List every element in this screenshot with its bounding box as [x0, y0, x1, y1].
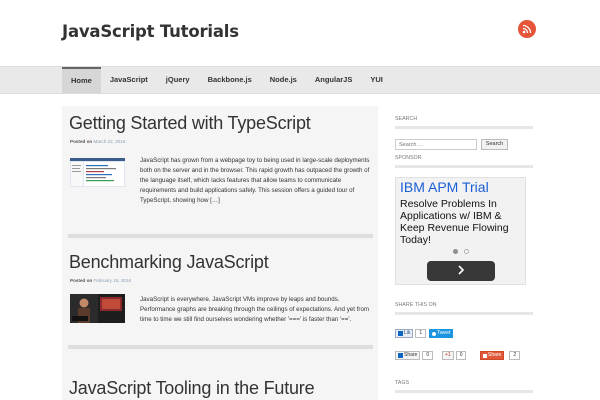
stumble-share-label: Share — [488, 352, 502, 358]
post-thumbnail[interactable] — [70, 294, 125, 323]
sponsor-ad[interactable]: IBM APM Trial Resolve Problems In Applic… — [395, 177, 526, 285]
post-article: JavaScript Tooling in the Future — [62, 378, 378, 399]
post-excerpt: JavaScript is everywhere. JavaScript VMs… — [140, 296, 370, 323]
chevron-right-icon — [457, 262, 465, 280]
widget-title-share: SHARE THIS ON — [395, 302, 437, 308]
widget-title-sponsor: SPONSOR — [395, 155, 422, 161]
post-title[interactable]: JavaScript Tooling in the Future — [69, 378, 378, 399]
rss-icon[interactable] — [518, 20, 536, 38]
linkedin-share-button[interactable]: Share 0 — [395, 351, 434, 360]
stumble-share-button[interactable]: Share 2 — [480, 351, 521, 360]
widget-divider — [395, 165, 533, 168]
site-title[interactable]: JavaScript Tutorials — [62, 22, 239, 41]
nav-item-javascript[interactable]: JavaScript — [101, 67, 157, 93]
post-meta: Posted on March 22, 2016 — [70, 139, 125, 144]
linkedin-like-count: 1 — [415, 329, 427, 338]
nav-item-angularjs[interactable]: AngularJS — [306, 67, 362, 93]
ad-headline[interactable]: IBM APM Trial — [400, 179, 489, 195]
nav-list: Home JavaScript jQuery Backbone.js Node.… — [62, 67, 392, 93]
post-title[interactable]: Getting Started with TypeScript — [69, 113, 378, 134]
widget-divider — [395, 390, 533, 393]
carousel-dot-active[interactable] — [453, 249, 458, 254]
stumble-share-count: 2 — [509, 351, 521, 360]
post-meta-prefix: Posted on — [70, 139, 93, 144]
ad-body: Resolve Problems In Applications w/ IBM … — [400, 198, 509, 246]
widget-title-search: SEARCH — [395, 116, 418, 122]
search-input[interactable] — [395, 139, 477, 150]
nav-item-jquery[interactable]: jQuery — [157, 67, 199, 93]
nav-item-backbone[interactable]: Backbone.js — [199, 67, 261, 93]
stumble-icon — [483, 353, 487, 358]
post-title[interactable]: Benchmarking JavaScript — [69, 252, 378, 273]
main-content: Getting Started with TypeScript Posted o… — [62, 106, 378, 400]
site-header: JavaScript Tutorials — [0, 0, 600, 66]
linkedin-like-button[interactable]: Lik 1 — [395, 329, 427, 338]
linkedin-icon — [398, 353, 403, 358]
post-separator — [68, 234, 373, 238]
post-thumbnail[interactable] — [70, 158, 125, 187]
widget-divider — [395, 312, 533, 315]
gplus-label: +1 — [445, 352, 451, 358]
twitter-icon — [432, 331, 436, 336]
widget-divider — [395, 126, 533, 129]
share-count: 0 — [422, 351, 434, 360]
ad-next-button[interactable] — [427, 261, 495, 281]
post-meta-prefix: Posted on — [70, 278, 93, 283]
tweet-label: Tweet — [437, 330, 451, 336]
widget-title-tags: TAGS — [395, 380, 410, 386]
search-button[interactable]: Search — [481, 139, 508, 150]
post-separator — [68, 345, 373, 349]
post-date[interactable]: March 22, 2016 — [94, 139, 126, 144]
carousel-dot[interactable] — [464, 249, 469, 254]
post-article: Benchmarking JavaScript — [62, 252, 378, 273]
post-date[interactable]: February 15, 2016 — [94, 278, 132, 283]
post-excerpt: JavaScript has grown from a webpage toy … — [140, 157, 370, 204]
share-label: Share — [404, 352, 418, 358]
linkedin-like-label: Lik — [404, 330, 411, 336]
gplus-button[interactable]: +1 0 — [442, 351, 467, 360]
linkedin-icon — [398, 331, 403, 336]
post-article: Getting Started with TypeScript — [62, 113, 378, 134]
main-navigation: Home JavaScript jQuery Backbone.js Node.… — [0, 66, 600, 94]
nav-item-yui[interactable]: YUI — [361, 67, 392, 93]
tweet-button[interactable]: Tweet — [429, 329, 454, 338]
sidebar: SEARCH Search SPONSOR IBM APM Trial Reso… — [395, 106, 535, 400]
post-meta: Posted on February 15, 2016 — [70, 278, 131, 283]
nav-item-home[interactable]: Home — [62, 67, 101, 93]
nav-item-nodejs[interactable]: Node.js — [261, 67, 306, 93]
gplus-count: 0 — [455, 351, 467, 360]
